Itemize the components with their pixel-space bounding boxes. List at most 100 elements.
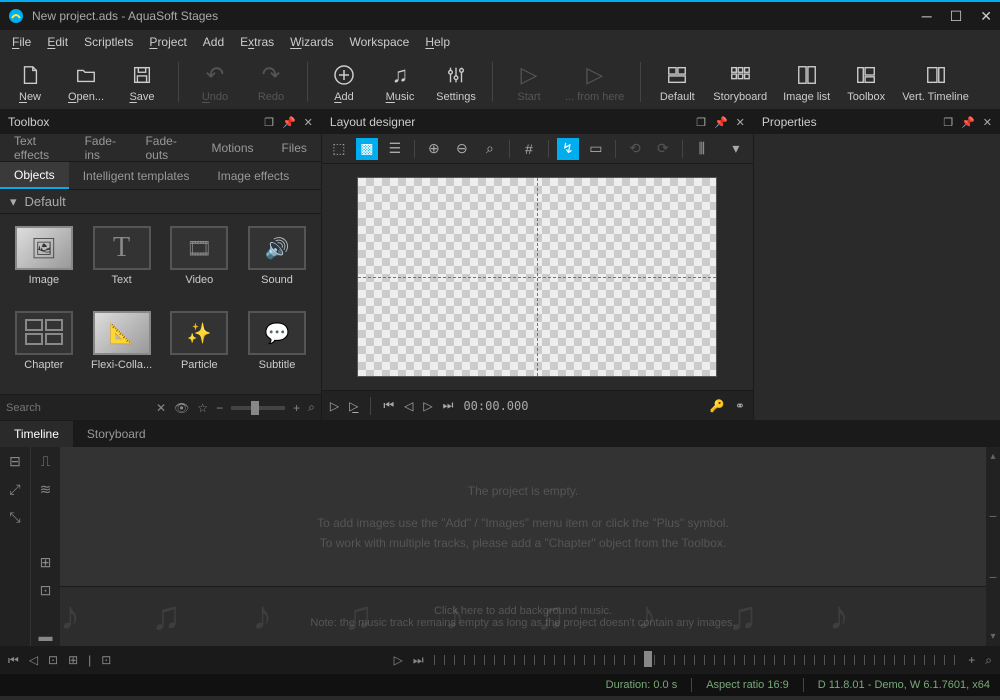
section-default[interactable]: ▾Default — [0, 190, 321, 214]
canvas[interactable] — [357, 177, 717, 377]
timeline-zoom-slider[interactable] — [434, 655, 959, 665]
toolbox-layout-button[interactable]: Toolbox — [846, 61, 886, 103]
tl-goto-start-icon[interactable]: ⏮ — [8, 653, 19, 668]
play-from-icon[interactable]: ▷̲ — [349, 399, 358, 413]
from-here-button[interactable]: ▷... from here — [565, 61, 624, 103]
zoom-slider[interactable] — [231, 406, 285, 410]
tl-goto-end-icon[interactable]: ⏭ — [413, 653, 424, 668]
menu-add[interactable]: Add — [203, 35, 224, 49]
ld-camera-icon[interactable]: ▭ — [585, 138, 607, 160]
menu-workspace[interactable]: Workspace — [350, 35, 410, 49]
toolbox-pin-icon[interactable]: 📌 — [282, 116, 296, 129]
tab-image-effects[interactable]: Image effects — [203, 162, 303, 189]
next-frame-icon[interactable]: ▷ — [423, 399, 432, 413]
object-particle[interactable]: ✨Particle — [163, 307, 235, 386]
clear-search-icon[interactable]: ✕ — [156, 401, 166, 415]
ld-align-icon[interactable]: ⫼ — [691, 138, 713, 160]
tab-objects[interactable]: Objects — [0, 162, 69, 189]
tab-files[interactable]: Files — [268, 134, 321, 161]
ld-rotate-right-icon[interactable]: ⟳ — [652, 138, 674, 160]
search-input[interactable] — [6, 402, 148, 414]
ld-path-icon[interactable]: ↯ — [557, 138, 579, 160]
settings-button[interactable]: Settings — [436, 61, 476, 103]
tl-tool-1[interactable]: ⊟ — [5, 451, 25, 471]
menu-project[interactable]: Project — [149, 35, 186, 49]
menu-file[interactable]: File — [12, 35, 31, 49]
tab-fade-ins[interactable]: Fade-ins — [71, 134, 132, 161]
toolbox-close-icon[interactable]: ✕ — [304, 116, 313, 129]
goto-start-icon[interactable]: ⏮ — [383, 398, 394, 413]
object-text[interactable]: TText — [86, 222, 158, 301]
prev-frame-icon[interactable]: ◁ — [404, 399, 413, 413]
music-track[interactable]: ♪ ♫ ♪ ♫ ♪ ♫ ♪ ♫ ♪ Click here to add back… — [60, 586, 986, 646]
prop-float-icon[interactable]: ❐ — [943, 116, 953, 129]
prop-pin-icon[interactable]: 📌 — [961, 116, 975, 129]
timeline-empty-area[interactable]: The project is empty. To add images use … — [60, 447, 986, 586]
tl-tool-5[interactable]: ≋ — [36, 479, 56, 499]
ld-checker-icon[interactable]: ▩ — [356, 138, 378, 160]
undo-button[interactable]: ↶Undo — [195, 61, 235, 103]
tl-nav-2-icon[interactable]: ⊞ — [68, 653, 78, 667]
tl-nav-3-icon[interactable]: ⊡ — [101, 653, 111, 667]
storyboard-layout-button[interactable]: Storyboard — [713, 61, 767, 103]
tl-tool-6[interactable]: ⊞ — [36, 552, 56, 572]
vert-timeline-button[interactable]: Vert. Timeline — [902, 61, 969, 103]
maximize-button[interactable]: ☐ — [950, 8, 963, 25]
tab-motions[interactable]: Motions — [198, 134, 268, 161]
music-button[interactable]: ♫Music — [380, 61, 420, 103]
tab-fade-outs[interactable]: Fade-outs — [131, 134, 197, 161]
redo-button[interactable]: ↷Redo — [251, 61, 291, 103]
save-button[interactable]: Save — [122, 61, 162, 103]
tl-magnify-icon[interactable]: ⌕ — [985, 653, 992, 668]
menu-scriptlets[interactable]: Scriptlets — [84, 35, 133, 49]
toolbox-float-icon[interactable]: ❐ — [264, 116, 274, 129]
new-button[interactable]: New — [10, 61, 50, 103]
tl-tool-3[interactable]: ⤡ — [5, 507, 25, 527]
object-subtitle[interactable]: 💬Subtitle — [241, 307, 313, 386]
tl-nav-1-icon[interactable]: ⊡ — [48, 653, 58, 667]
eye-icon[interactable]: 👁 — [174, 401, 189, 415]
ld-list-icon[interactable]: ☰ — [384, 138, 406, 160]
open-button[interactable]: Open... — [66, 61, 106, 103]
imagelist-layout-button[interactable]: Image list — [783, 61, 830, 103]
object-sound[interactable]: 🔊Sound — [241, 222, 313, 301]
ld-more-icon[interactable]: ▾ — [725, 138, 747, 160]
timeline-scrollbar[interactable]: ▴ − − ▾ — [986, 447, 1000, 646]
ld-float-icon[interactable]: ❐ — [696, 116, 706, 129]
play-icon[interactable]: ▷ — [330, 399, 339, 413]
ld-zoom-fit-icon[interactable]: ⌕ — [479, 138, 501, 160]
ld-zoom-in-icon[interactable]: ⊕ — [423, 138, 445, 160]
tl-tool-8[interactable]: ▬ — [36, 626, 56, 646]
object-video[interactable]: 🎞Video — [163, 222, 235, 301]
object-flexi-collage[interactable]: 📐Flexi-Colla... — [86, 307, 158, 386]
zoom-in-icon[interactable]: + — [293, 401, 300, 415]
link-icon[interactable]: ⚭ — [735, 399, 745, 413]
menu-wizards[interactable]: Wizards — [290, 35, 333, 49]
tab-timeline[interactable]: Timeline — [0, 421, 73, 447]
zoom-out-icon[interactable]: − — [216, 401, 223, 415]
tl-tool-7[interactable]: ⊡ — [36, 580, 56, 600]
magnify-icon[interactable]: ⌕ — [308, 400, 315, 415]
minimize-button[interactable]: ─ — [922, 8, 932, 25]
menu-help[interactable]: Help — [425, 35, 450, 49]
keyframe-icon[interactable]: 🔑 — [710, 399, 725, 413]
object-chapter[interactable]: Chapter — [8, 307, 80, 386]
default-layout-button[interactable]: Default — [657, 61, 697, 103]
tab-storyboard[interactable]: Storyboard — [73, 421, 160, 447]
ld-zoom-out-icon[interactable]: ⊖ — [451, 138, 473, 160]
tab-intelligent-templates[interactable]: Intelligent templates — [69, 162, 204, 189]
tab-text-effects[interactable]: Text effects — [0, 134, 71, 161]
tl-next-icon[interactable]: ▷ — [394, 653, 403, 667]
goto-end-icon[interactable]: ⏭ — [443, 398, 454, 413]
add-button[interactable]: Add — [324, 61, 364, 103]
tl-tool-4[interactable]: ⎍ — [36, 451, 56, 471]
ld-close-icon[interactable]: ✕ — [736, 116, 745, 129]
tl-tool-2[interactable]: ⤢ — [5, 479, 25, 499]
menu-extras[interactable]: Extras — [240, 35, 274, 49]
prop-close-icon[interactable]: ✕ — [983, 116, 992, 129]
start-button[interactable]: ▷Start — [509, 61, 549, 103]
tl-prev-icon[interactable]: ◁ — [29, 653, 38, 667]
star-icon[interactable]: ☆ — [197, 401, 208, 415]
object-image[interactable]: 🖼Image — [8, 222, 80, 301]
menu-edit[interactable]: Edit — [47, 35, 68, 49]
